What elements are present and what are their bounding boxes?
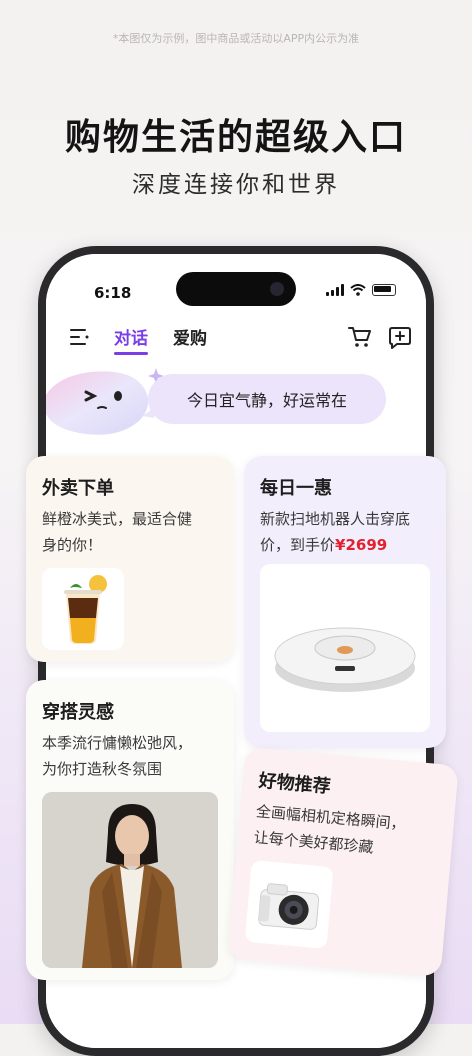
card-takeout[interactable]: 外卖下单 鲜橙冰美式，最适合健 身的你！ xyxy=(26,456,234,662)
subheadline: 深度连接你和世界 xyxy=(132,172,340,198)
coffee-image xyxy=(42,568,124,650)
wifi-icon xyxy=(350,284,366,296)
disclaimer: *本图仅为示例，图中商品或活动以APP内公示为准 xyxy=(112,32,360,45)
price-label: ¥2699 xyxy=(335,536,388,554)
card-title: 好物推荐 xyxy=(257,770,332,798)
card-outfit[interactable]: 穿搭灵感 本季流行慵懒松弛风， 为你打造秋冬氛围 xyxy=(26,680,234,980)
status-icons xyxy=(326,284,396,296)
dynamic-island xyxy=(176,272,296,306)
top-nav: 对话 爱购 xyxy=(46,316,426,356)
card-desc: 鲜橙冰美式，最适合健 身的你！ xyxy=(42,510,193,554)
cart-icon[interactable] xyxy=(348,326,372,348)
signal-icon xyxy=(326,284,344,296)
camera-dot xyxy=(270,282,284,296)
card-recommend[interactable]: 好物推荐 全画幅相机定格瞬间， 让每个美好都珍藏 xyxy=(227,747,459,977)
tab-shopping[interactable]: 爱购 xyxy=(173,324,207,349)
new-chat-icon[interactable] xyxy=(388,326,412,350)
camera-image xyxy=(244,860,334,949)
robot-vacuum-image xyxy=(260,564,430,732)
menu-icon[interactable] xyxy=(70,328,90,346)
card-desc: 本季流行慵懒松弛风， 为你打造秋冬氛围 xyxy=(42,734,193,778)
headline: 购物生活的超级入口 xyxy=(64,117,407,158)
model-photo xyxy=(42,792,218,968)
card-title: 穿搭灵感 xyxy=(42,702,114,723)
greeting-bubble: 今日宜气静，好运常在 xyxy=(142,374,386,424)
card-daily-deal[interactable]: 每日一惠 新款扫地机器人击穿底 价，到手价¥2699 xyxy=(244,456,446,748)
greeting-text: 今日宜气静，好运常在 xyxy=(186,391,347,410)
battery-icon xyxy=(372,284,396,296)
tab-chat[interactable]: 对话 xyxy=(114,324,148,355)
card-desc: 全画幅相机定格瞬间， 让每个美好都珍藏 xyxy=(253,802,407,857)
card-title: 外卖下单 xyxy=(42,478,114,499)
status-time: 6:18 xyxy=(94,284,132,302)
card-desc: 新款扫地机器人击穿底 价，到手价¥2699 xyxy=(260,510,411,554)
card-title: 每日一惠 xyxy=(260,478,332,499)
